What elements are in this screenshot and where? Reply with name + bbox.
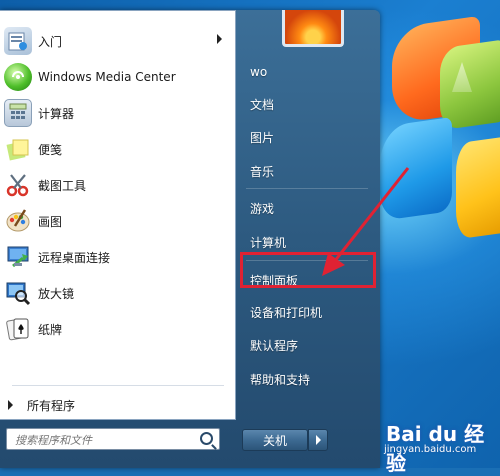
program-label: 便笺 — [38, 142, 63, 157]
right-item-devices-printers[interactable]: 设备和打印机 — [242, 298, 372, 326]
program-getting-started[interactable]: 入门 — [0, 23, 234, 59]
shutdown-button[interactable]: 关机 — [242, 429, 308, 451]
programs-pane: 入门 Windows Media Center 计算器 便笺 截图工具 画图 远… — [0, 10, 236, 420]
documents-label: 文档 — [250, 97, 275, 112]
music-label: 音乐 — [250, 164, 275, 179]
user-avatar[interactable] — [282, 10, 344, 47]
windows-logo-blue-pane — [380, 116, 452, 222]
program-label: 放大镜 — [38, 286, 75, 301]
right-item-documents[interactable]: 文档 — [242, 90, 372, 118]
program-label: 计算器 — [38, 106, 75, 121]
media-center-icon — [4, 63, 32, 91]
divider — [12, 385, 224, 386]
right-item-music[interactable]: 音乐 — [242, 157, 372, 185]
solitaire-icon — [4, 315, 32, 343]
search-box[interactable] — [6, 428, 220, 451]
program-calculator[interactable]: 计算器 — [0, 95, 234, 131]
games-label: 游戏 — [250, 201, 275, 216]
right-item-pictures[interactable]: 图片 — [242, 123, 372, 151]
program-label: 远程桌面连接 — [38, 250, 111, 265]
program-sticky-notes[interactable]: 便笺 — [0, 131, 234, 167]
baidu-url: jingyan.baidu.com — [384, 444, 477, 455]
help-support-label: 帮助和支持 — [250, 372, 311, 387]
pictures-label: 图片 — [250, 130, 275, 145]
right-item-user[interactable]: wo — [242, 58, 372, 86]
control-panel-highlight-box — [240, 252, 376, 288]
program-snipping-tool[interactable]: 截图工具 — [0, 167, 234, 203]
shutdown-label: 关机 — [262, 433, 287, 448]
all-programs-button[interactable]: 所有程序 — [0, 393, 234, 417]
remote-desktop-icon — [4, 243, 32, 271]
right-item-games[interactable]: 游戏 — [242, 194, 372, 222]
shutdown-options-button[interactable] — [308, 429, 328, 451]
right-item-default-programs[interactable]: 默认程序 — [242, 331, 372, 359]
program-label: Windows Media Center — [38, 70, 176, 84]
search-icon[interactable] — [200, 432, 213, 445]
user-name-label: wo — [250, 65, 268, 79]
program-remote-desktop[interactable]: 远程桌面连接 — [0, 239, 234, 275]
search-input[interactable] — [13, 430, 197, 451]
right-item-help-support[interactable]: 帮助和支持 — [242, 365, 372, 393]
paint-icon — [4, 207, 32, 235]
all-programs-label: 所有程序 — [27, 398, 76, 413]
windows-logo-green-pane — [440, 39, 500, 131]
magnifier-icon — [4, 279, 32, 307]
getting-started-icon — [4, 27, 32, 55]
program-label: 入门 — [38, 34, 63, 49]
divider — [246, 188, 368, 189]
sticky-notes-icon — [4, 135, 32, 163]
program-paint[interactable]: 画图 — [0, 203, 234, 239]
program-solitaire[interactable]: 纸牌 — [0, 311, 234, 347]
submenu-arrow-icon[interactable] — [217, 34, 222, 44]
baidu-watermark: Bai du 经验 jingyan.baidu.com — [384, 416, 496, 475]
devices-printers-label: 设备和打印机 — [250, 305, 323, 320]
program-label: 画图 — [38, 214, 63, 229]
calculator-icon — [4, 99, 32, 127]
program-magnifier[interactable]: 放大镜 — [0, 275, 234, 311]
start-menu: 入门 Windows Media Center 计算器 便笺 截图工具 画图 远… — [0, 10, 380, 468]
program-label: 截图工具 — [38, 178, 87, 193]
computer-label: 计算机 — [250, 235, 287, 250]
windows-logo-yellow-pane — [456, 136, 500, 240]
program-windows-media-center[interactable]: Windows Media Center — [0, 59, 234, 95]
default-programs-label: 默认程序 — [250, 338, 299, 353]
expand-arrow-icon — [8, 400, 13, 410]
snipping-tool-icon — [4, 171, 32, 199]
program-label: 纸牌 — [38, 322, 63, 337]
